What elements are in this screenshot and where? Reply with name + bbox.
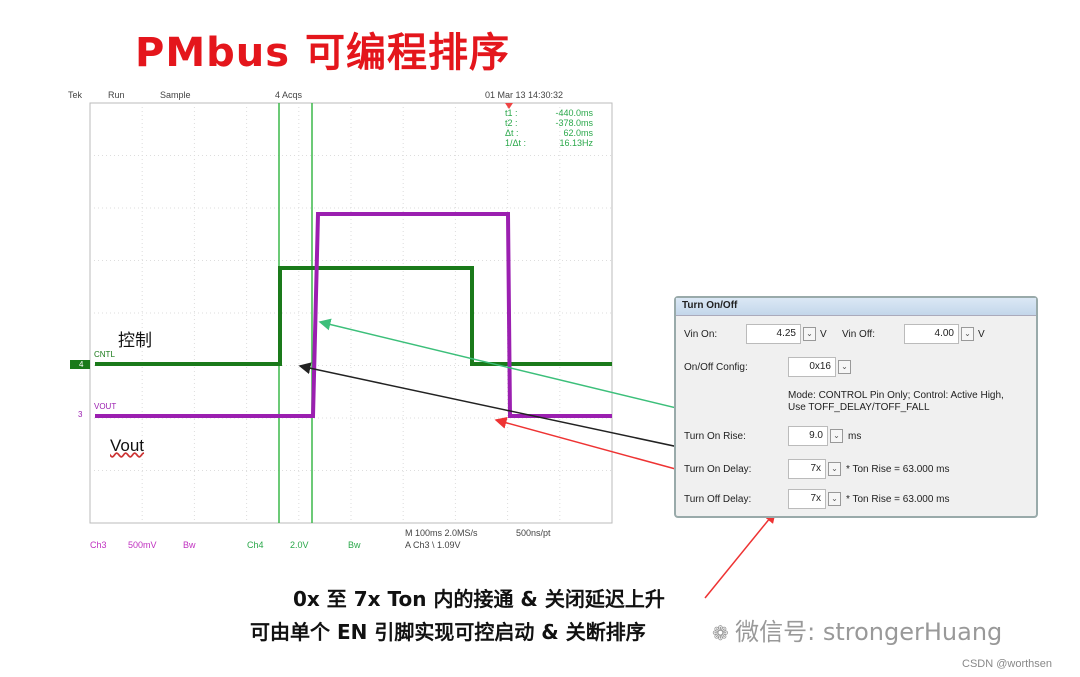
off-delay-dropdown[interactable]: ⌄ <box>828 492 841 506</box>
vin-on-field[interactable]: 4.25 <box>746 324 801 344</box>
readout-key: 1/Δt : <box>505 138 527 148</box>
ch3-label: VOUT <box>94 402 117 411</box>
readout-key: t2 : <box>505 118 518 128</box>
cursor-readout: t1 : -440.0ms t2 : -378.0ms Δt : 62.0ms 1/Δ… <box>505 108 593 148</box>
timebase: M 100ms 2.0MS/s <box>405 528 478 538</box>
off-delay-field[interactable]: 7x <box>788 489 826 509</box>
vin-on-unit: V <box>820 329 827 340</box>
scope-datetime: 01 Mar 13 14:30:32 <box>485 90 564 100</box>
ch3-bandwidth: Bw <box>183 540 196 550</box>
mode-description: Mode: CONTROL Pin Only; Control: Active … <box>788 390 1004 401</box>
caption-line-2: 可由单个 EN 引脚实现可控启动 & 关断排序 <box>250 620 646 644</box>
rise-unit: ms <box>848 431 862 442</box>
ch4-scale: 2.0V <box>290 540 309 550</box>
watermark-text: 微信号: strongerHuang <box>735 618 1003 646</box>
on-delay-label: Turn On Delay: <box>684 464 752 475</box>
ch4-bandwidth: Bw <box>348 540 361 550</box>
record-resolution: 500ns/pt <box>516 528 551 538</box>
config-dropdown[interactable]: ⌄ <box>838 360 851 374</box>
panel-title: Turn On/Off <box>676 298 1036 316</box>
rise-label: Turn On Rise: <box>684 431 746 442</box>
rise-dropdown[interactable]: ⌄ <box>830 429 843 443</box>
off-delay-label: Turn Off Delay: <box>684 494 752 505</box>
off-delay-calc: * Ton Rise = 63.000 ms <box>846 494 950 505</box>
vin-off-field[interactable]: 4.00 <box>904 324 959 344</box>
readout-value: 16.13Hz <box>559 138 593 148</box>
on-delay-dropdown[interactable]: ⌄ <box>828 462 841 476</box>
ch4-name: Ch4 <box>247 540 264 550</box>
mode-description-2: Use TOFF_DELAY/TOFF_FALL <box>788 402 930 413</box>
vin-off-label: Vin Off: <box>842 329 875 340</box>
vin-on-dropdown[interactable]: ⌄ <box>803 327 816 341</box>
caption-arrow <box>704 510 776 599</box>
scope-acq-count: 4 Acqs <box>275 90 303 100</box>
ch4-marker: 4 <box>79 360 84 369</box>
trigger-setting: A Ch3 \ 1.09V <box>405 540 461 550</box>
vin-off-dropdown[interactable]: ⌄ <box>961 327 974 341</box>
readout-key: Δt : <box>505 128 519 138</box>
readout-value: 62.0ms <box>563 128 593 138</box>
rise-field[interactable]: 9.0 <box>788 426 828 446</box>
vin-on-label: Vin On: <box>684 329 718 340</box>
wechat-icon: ❁ <box>712 621 736 645</box>
vin-off-unit: V <box>978 329 985 340</box>
control-annotation: 控制 <box>118 331 152 350</box>
readout-value: -378.0ms <box>555 118 593 128</box>
caption-line-1: 0x 至 7x Ton 内的接通 & 关闭延迟上升 <box>293 587 665 611</box>
ch3-marker: 3 <box>78 410 83 419</box>
config-field[interactable]: 0x16 <box>788 357 836 377</box>
scope-run-state: Run <box>108 90 125 100</box>
on-delay-field[interactable]: 7x <box>788 459 826 479</box>
ch4-label: CNTL <box>94 350 115 359</box>
watermark: ❁ 微信号: strongerHuang <box>712 612 1002 647</box>
on-delay-calc: * Ton Rise = 63.000 ms <box>846 464 950 475</box>
readout-key: t1 : <box>505 108 518 118</box>
ch3-scale: 500mV <box>128 540 157 550</box>
config-label: On/Off Config: <box>684 362 748 373</box>
vout-annotation: Vout <box>110 436 145 455</box>
scope-acq-mode: Sample <box>160 90 191 100</box>
credit: CSDN @worthsen <box>962 658 1053 670</box>
turn-on-off-panel: Turn On/Off Vin On: 4.25 ⌄ V Vin Off: 4.… <box>674 296 1038 518</box>
readout-value: -440.0ms <box>555 108 593 118</box>
scope-brand: Tek <box>68 90 83 100</box>
ch3-name: Ch3 <box>90 540 107 550</box>
